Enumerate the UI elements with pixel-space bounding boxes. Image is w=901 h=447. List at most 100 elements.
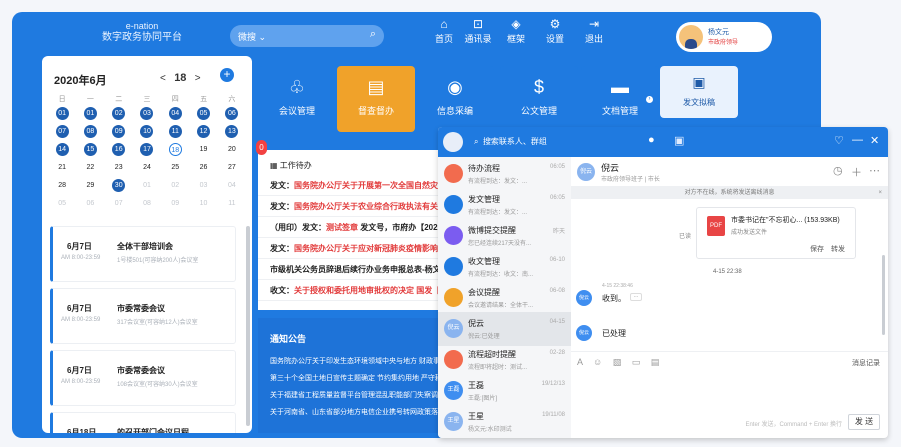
- contacts-icon[interactable]: ▣: [674, 134, 684, 147]
- calendar-day[interactable]: 22: [84, 161, 97, 174]
- calendar-day[interactable]: 24: [140, 161, 153, 174]
- calendar-day[interactable]: 25: [169, 161, 182, 174]
- calendar-day[interactable]: 01: [83, 107, 97, 120]
- contact-search-input[interactable]: ⌕ 搜索联系人、群组: [474, 136, 547, 147]
- module-tile[interactable]: $ 公文管理: [500, 66, 578, 132]
- calendar-day[interactable]: 11: [168, 125, 182, 138]
- calendar-day[interactable]: 28: [56, 179, 69, 192]
- calendar-day[interactable]: 04: [168, 107, 182, 120]
- calendar-day[interactable]: 26: [197, 161, 210, 174]
- calendar-day[interactable]: 03: [140, 107, 154, 120]
- conversation-item[interactable]: 发文管理 有流程到达：发文：... 06:05: [438, 188, 571, 222]
- global-search[interactable]: 微搜 ⌄ ⌕: [230, 25, 384, 47]
- notice-item[interactable]: 国务院办公厅关于印发生态环境领域中央与地方 财政事: [270, 356, 440, 366]
- headset-icon[interactable]: ♡: [834, 134, 844, 147]
- send-button[interactable]: 发 送: [848, 414, 880, 430]
- calendar-day[interactable]: 20: [225, 143, 238, 156]
- add-icon[interactable]: ＋: [851, 164, 862, 180]
- calendar-day[interactable]: 06: [84, 197, 97, 210]
- notice-item[interactable]: 关于河南省、山东省部分地方电信企业携号转网政策落实: [270, 407, 445, 417]
- notice-item[interactable]: 关于福建省工程质量监督平台管理混乱职能部门失察调查: [270, 390, 445, 400]
- notice-item[interactable]: 第三十个全国土地日宣传主题确定 节约集约用地 严守耕: [270, 373, 442, 383]
- calendar-day[interactable]: 21: [56, 161, 69, 174]
- conversation-item[interactable]: 王星 王星 杨文元:水印测试 19/11/08: [438, 405, 571, 438]
- calendar-day[interactable]: 04: [225, 179, 238, 192]
- calendar-day[interactable]: 10: [140, 125, 154, 138]
- calendar-day[interactable]: 03: [197, 179, 210, 192]
- calendar-day[interactable]: 29: [84, 179, 97, 192]
- todo-item[interactable]: （用印）发文：测试签章 发文号，市府办【2020】: [270, 222, 454, 233]
- conversation-item[interactable]: 倪云 倪云 倪云:已处理 04-15: [438, 312, 571, 346]
- calendar-day[interactable]: 14: [55, 143, 69, 156]
- calendar-day[interactable]: 11: [225, 197, 238, 210]
- draft-document-tile[interactable]: ▣ 发文拟稿: [660, 66, 738, 118]
- calendar-day[interactable]: 10: [197, 197, 210, 210]
- calendar-day[interactable]: 19: [197, 143, 210, 156]
- tiles-next-button[interactable]: ›: [646, 96, 653, 103]
- calendar-day[interactable]: 23: [112, 161, 125, 174]
- calendar-day[interactable]: 08: [140, 197, 153, 210]
- calendar-day[interactable]: 13: [225, 125, 239, 138]
- calendar-day[interactable]: 17: [140, 143, 154, 156]
- todo-item[interactable]: 收文：关于授权和委托用地审批权的决定 国发【2020: [270, 285, 454, 296]
- calendar-day[interactable]: 18: [168, 143, 182, 156]
- search-icon[interactable]: ⌕: [370, 28, 376, 41]
- conversation-item[interactable]: 王磊 王磊 王磊:[图片] 19/12/13: [438, 374, 571, 408]
- calendar-day[interactable]: 27: [225, 161, 238, 174]
- event-card[interactable]: 6月7日 AM 8:00-23:59 市委常委会议 108会议室(可容纳30人)…: [50, 350, 236, 406]
- prev-button[interactable]: <: [160, 73, 166, 84]
- nav-item[interactable]: ◈ 框架: [494, 16, 538, 45]
- calendar-day[interactable]: 02: [112, 107, 126, 120]
- calendar-day[interactable]: 30: [112, 179, 126, 192]
- conversation-item[interactable]: 收文管理 有流程到达：收文：南... 06-10: [438, 250, 571, 284]
- calendar-day[interactable]: 15: [83, 143, 97, 156]
- todo-item[interactable]: 市级机关公务员辞退后续行办业务申报总表-杨文元: [270, 264, 454, 275]
- avatar[interactable]: [443, 132, 463, 152]
- scrollbar[interactable]: [246, 226, 250, 426]
- calendar-day[interactable]: 01: [55, 107, 69, 120]
- next-button[interactable]: >: [195, 73, 201, 84]
- calendar-day[interactable]: 07: [112, 197, 125, 210]
- message-composer[interactable]: A ☺ ▧ ▭ ▤ 消息记录 Enter 发送，Command + Enter …: [571, 351, 888, 438]
- clock-icon[interactable]: ◷: [833, 164, 843, 177]
- module-tile[interactable]: ◉ 信息采编: [416, 66, 494, 132]
- nav-item[interactable]: ⚙ 设置: [533, 16, 577, 45]
- module-tile[interactable]: ▤ 督查督办: [337, 66, 415, 132]
- calendar-day[interactable]: 05: [56, 197, 69, 210]
- calendar-day[interactable]: 06: [225, 107, 239, 120]
- message-more-button[interactable]: ···: [630, 293, 642, 301]
- add-event-button[interactable]: +: [220, 68, 234, 82]
- module-tile[interactable]: ♧ 会议管理: [258, 66, 336, 132]
- message-history-link[interactable]: 消息记录: [852, 358, 880, 368]
- file-message[interactable]: PDF 市委书记在"不忘初心... (153.93KB) 成功发送文件 保存 转…: [696, 207, 856, 259]
- conversation-item[interactable]: 待办流程 有流程到达：发文：... 06:05: [438, 157, 571, 191]
- calendar-day[interactable]: 05: [197, 107, 211, 120]
- file-actions[interactable]: 保存 转发: [810, 244, 845, 254]
- chat-bubble-icon[interactable]: ●: [648, 134, 655, 146]
- event-card[interactable]: 6月7日 AM 8:00-23:59 市委常委会议 317会议室(可容纳12人)…: [50, 288, 236, 344]
- calendar-day[interactable]: 16: [112, 143, 126, 156]
- calendar-day[interactable]: 02: [169, 179, 182, 192]
- close-icon[interactable]: ×: [878, 187, 882, 199]
- conversation-item[interactable]: 会议提醒 会议邀请结果：全体干... 06-08: [438, 281, 571, 315]
- minimize-icon[interactable]: —: [852, 134, 863, 146]
- event-card[interactable]: 6月7日 AM 8:00-23:59 全体干部培训会 1号楼501(可容纳200…: [50, 226, 236, 282]
- calendar-day[interactable]: 07: [55, 125, 69, 138]
- close-icon[interactable]: ✕: [870, 134, 879, 147]
- calendar-day[interactable]: 09: [112, 125, 126, 138]
- user-profile[interactable]: 杨文元 市政府领导: [676, 22, 772, 52]
- todo-item[interactable]: 发文：国务院办公厅关于农业综合行政执法有关事: [270, 201, 454, 212]
- calendar-day[interactable]: 08: [83, 125, 97, 138]
- conversation-item[interactable]: 流程超时提醒 流程即将超时：测试... 02-28: [438, 343, 571, 377]
- todo-item[interactable]: 发文：国务院办公厅关于应对新冠肺炎疫情影响强化: [270, 243, 454, 254]
- event-card[interactable]: 6月18日 AM 9:00-10:00 的召开部门会议日程: [50, 412, 236, 433]
- composer-tools[interactable]: A ☺ ▧ ▭ ▤: [577, 357, 663, 368]
- calendar-day[interactable]: 01: [140, 179, 153, 192]
- more-icon[interactable]: ⋯: [869, 164, 880, 177]
- todo-item[interactable]: 发文：国务院办公厅关于开展第一次全国自然灾害: [270, 180, 454, 191]
- calendar-day[interactable]: 09: [169, 197, 182, 210]
- nav-item[interactable]: ⇥ 退出: [572, 16, 616, 45]
- conversation-item[interactable]: 微博提交提醒 您已经连续217天没有... 昨天: [438, 219, 571, 253]
- calendar-day[interactable]: 12: [197, 125, 211, 138]
- scrollbar[interactable]: [882, 255, 885, 335]
